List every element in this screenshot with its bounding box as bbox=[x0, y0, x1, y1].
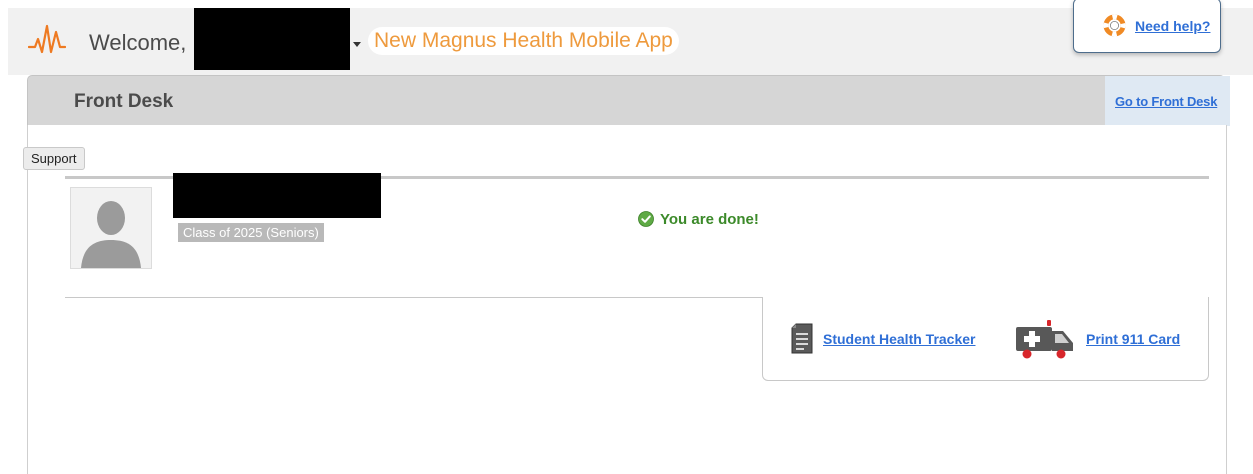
front-desk-bar: Front Desk Go to Front Desk bbox=[27, 75, 1230, 126]
completion-status-text: You are done! bbox=[660, 211, 759, 228]
redacted-student-name bbox=[173, 173, 381, 218]
ambulance-icon[interactable] bbox=[1015, 317, 1075, 361]
default-avatar-icon bbox=[71, 188, 151, 268]
print-911-card-link[interactable]: Print 911 Card bbox=[1086, 331, 1180, 347]
lifebuoy-icon bbox=[1103, 14, 1126, 37]
check-circle-icon bbox=[638, 211, 654, 227]
student-divider-bottom bbox=[65, 297, 763, 298]
top-header: Welcome, New Magnus Health Mobile App Ne… bbox=[8, 0, 1253, 75]
redacted-user-name bbox=[194, 8, 350, 70]
support-tooltip: Support bbox=[23, 147, 85, 170]
welcome-label: Welcome, bbox=[89, 30, 187, 55]
user-menu-chevron-down-icon[interactable] bbox=[353, 42, 361, 47]
document-icon[interactable] bbox=[791, 323, 813, 354]
student-health-tracker-link[interactable]: Student Health Tracker bbox=[823, 331, 976, 347]
heartbeat-logo-icon bbox=[28, 24, 66, 54]
page-canvas: Welcome, New Magnus Health Mobile App Ne… bbox=[8, 0, 1253, 474]
quick-links-box: Student Health Tracker Print 911 Card bbox=[762, 297, 1209, 381]
need-help-box[interactable]: Need help? bbox=[1073, 0, 1221, 53]
go-to-front-desk-link[interactable]: Go to Front Desk bbox=[1115, 94, 1217, 109]
completion-status: You are done! bbox=[638, 211, 759, 228]
need-help-link[interactable]: Need help? bbox=[1135, 18, 1210, 34]
page-left-edge bbox=[0, 0, 8, 474]
student-avatar bbox=[70, 187, 152, 269]
mobile-app-announcement-link[interactable]: New Magnus Health Mobile App bbox=[368, 27, 679, 55]
class-badge: Class of 2025 (Seniors) bbox=[178, 223, 324, 242]
page-title: Front Desk bbox=[74, 91, 174, 112]
